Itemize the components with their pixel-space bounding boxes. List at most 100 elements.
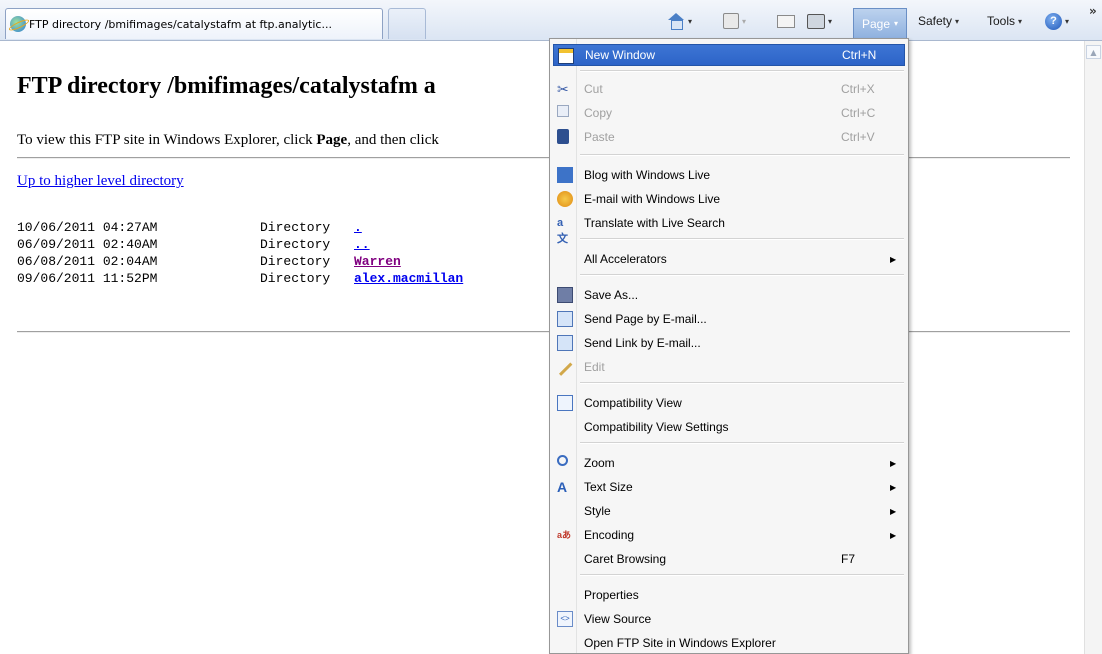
menu-separator <box>580 382 904 384</box>
menu-item-email-live[interactable]: E-mail with Windows Live <box>553 188 905 210</box>
menu-item-save-as[interactable]: Save As... <box>553 284 905 306</box>
menu-item-label: View Source <box>584 612 652 626</box>
entry-type: Directory <box>260 220 331 235</box>
menu-item-label: Paste <box>584 130 615 144</box>
menu-item-compatibility-view[interactable]: Compatibility View <box>553 392 905 414</box>
menu-item-shortcut: Ctrl+X <box>841 82 875 96</box>
menu-item-send-page[interactable]: Send Page by E-mail... <box>553 308 905 330</box>
menu-item-label: Translate with Live Search <box>584 216 725 230</box>
menu-item-shortcut: Ctrl+C <box>841 106 876 120</box>
feeds-button[interactable]: ▾ <box>723 10 746 32</box>
menu-item-send-link[interactable]: Send Link by E-mail... <box>553 332 905 354</box>
menu-item-label: Open FTP Site in Windows Explorer <box>584 636 776 650</box>
send-link-icon <box>557 335 573 351</box>
menu-item-style[interactable]: Style ▶ <box>553 500 905 522</box>
menu-item-cut[interactable]: ✂ Cut Ctrl+X <box>553 78 905 100</box>
copy-icon <box>557 105 569 117</box>
entry-date: 09/06/2011 11:52PM <box>17 271 158 286</box>
menu-item-label: Save As... <box>584 288 639 302</box>
up-directory-link[interactable]: Up to higher level directory <box>17 173 184 190</box>
entry-type: Directory <box>260 271 331 286</box>
menu-item-open-ftp-explorer[interactable]: Open FTP Site in Windows Explorer <box>553 632 905 654</box>
scroll-up-arrow-icon[interactable]: ▲ <box>1086 45 1101 59</box>
entry-link[interactable]: .. <box>354 236 370 253</box>
clipboard-icon <box>557 129 569 144</box>
menu-item-label: Compatibility View <box>584 396 682 410</box>
menu-item-label: Style <box>584 504 611 518</box>
browser-toolbar: FTP directory /bmifimages/catalystafm at… <box>0 0 1102 41</box>
print-button[interactable]: ▾ <box>807 10 832 32</box>
menu-item-all-accelerators[interactable]: All Accelerators ▶ <box>553 248 905 270</box>
new-tab-button[interactable] <box>388 8 426 39</box>
home-button[interactable]: ▾ <box>667 10 692 32</box>
menu-item-label: Send Link by E-mail... <box>584 336 701 350</box>
ie-page-icon <box>10 16 26 32</box>
scissors-icon: ✂ <box>557 81 569 97</box>
mail-icon <box>777 14 795 28</box>
blog-icon <box>557 167 573 183</box>
toolbar-overflow-button[interactable]: » <box>1089 4 1097 18</box>
page-menu-label: Page <box>861 16 890 31</box>
menu-item-label: Blog with Windows Live <box>584 168 711 182</box>
menu-item-view-source[interactable]: <> View Source <box>553 608 905 630</box>
view-source-icon: <> <box>557 611 573 627</box>
submenu-arrow-icon: ▶ <box>890 254 897 264</box>
entry-type: Directory <box>260 254 331 269</box>
page-title: FTP directory /bmifimages/catalystafm a <box>17 73 436 99</box>
menu-item-label: All Accelerators <box>584 252 667 266</box>
entry-link[interactable]: . <box>354 219 362 236</box>
vertical-scrollbar[interactable]: ▲ <box>1084 41 1102 654</box>
submenu-arrow-icon: ▶ <box>890 458 897 468</box>
menu-item-label: Zoom <box>584 456 615 470</box>
menu-item-compatibility-view-settings[interactable]: Compatibility View Settings <box>553 416 905 438</box>
list-item: 09/06/2011 11:52PM Directory alex.macmil… <box>17 270 463 287</box>
home-icon <box>667 13 685 30</box>
menu-item-copy[interactable]: Copy Ctrl+C <box>553 102 905 124</box>
instructions-bold: Page <box>316 132 348 148</box>
tools-menu-button[interactable]: Tools ▾ <box>987 10 1022 32</box>
chevron-down-icon: ▾ <box>742 16 747 26</box>
menu-separator <box>580 70 904 72</box>
entry-date: 10/06/2011 04:27AM <box>17 220 158 235</box>
page-menu-button[interactable]: Page ▾ <box>853 8 907 38</box>
new-window-icon <box>558 48 574 64</box>
entry-date: 06/08/2011 02:04AM <box>17 254 158 269</box>
page-dropdown-menu: New Window Ctrl+N ✂ Cut Ctrl+X Copy Ctrl… <box>549 38 909 654</box>
menu-item-label: Properties <box>584 588 639 602</box>
menu-item-new-window[interactable]: New Window Ctrl+N <box>553 44 905 66</box>
menu-item-blog[interactable]: Blog with Windows Live <box>553 164 905 186</box>
zoom-icon <box>557 455 568 466</box>
menu-item-label: Send Page by E-mail... <box>584 312 707 326</box>
menu-item-shortcut: F7 <box>841 552 856 566</box>
text-size-icon: A <box>557 479 568 495</box>
entry-type: Directory <box>260 237 331 252</box>
menu-item-properties[interactable]: Properties <box>553 584 905 606</box>
submenu-arrow-icon: ▶ <box>890 482 897 492</box>
menu-item-zoom[interactable]: Zoom ▶ <box>553 452 905 474</box>
menu-item-edit[interactable]: Edit <box>553 356 905 378</box>
encoding-icon: aあ <box>557 530 572 540</box>
divider <box>17 331 1070 333</box>
save-icon <box>557 287 573 303</box>
help-menu-button[interactable]: ? ▾ <box>1045 10 1069 32</box>
directory-listing: 10/06/2011 04:27AM Directory . 06/09/201… <box>17 219 463 287</box>
read-mail-button[interactable] <box>777 10 795 32</box>
entry-link[interactable]: Warren <box>354 253 401 270</box>
safety-menu-button[interactable]: Safety ▾ <box>918 10 959 32</box>
entry-link[interactable]: alex.macmillan <box>354 270 463 287</box>
printer-icon <box>807 13 825 29</box>
chevron-down-icon: ▾ <box>955 16 960 26</box>
list-item: 06/08/2011 02:04AM Directory Warren <box>17 253 463 270</box>
active-tab[interactable]: FTP directory /bmifimages/catalystafm at… <box>5 8 383 39</box>
menu-item-encoding[interactable]: aあ Encoding ▶ <box>553 524 905 546</box>
menu-item-label: Copy <box>584 106 613 120</box>
menu-item-label: Encoding <box>584 528 635 542</box>
entry-date: 06/09/2011 02:40AM <box>17 237 158 252</box>
menu-separator <box>580 154 904 156</box>
chevron-down-icon: ▾ <box>1065 16 1070 26</box>
menu-item-caret-browsing[interactable]: Caret Browsing F7 <box>553 548 905 570</box>
menu-item-paste[interactable]: Paste Ctrl+V <box>553 126 905 148</box>
menu-item-text-size[interactable]: A Text Size ▶ <box>553 476 905 498</box>
instructions-part: To view this FTP site in Windows Explore… <box>17 132 317 148</box>
menu-item-translate[interactable]: a文 Translate with Live Search <box>553 212 905 245</box>
